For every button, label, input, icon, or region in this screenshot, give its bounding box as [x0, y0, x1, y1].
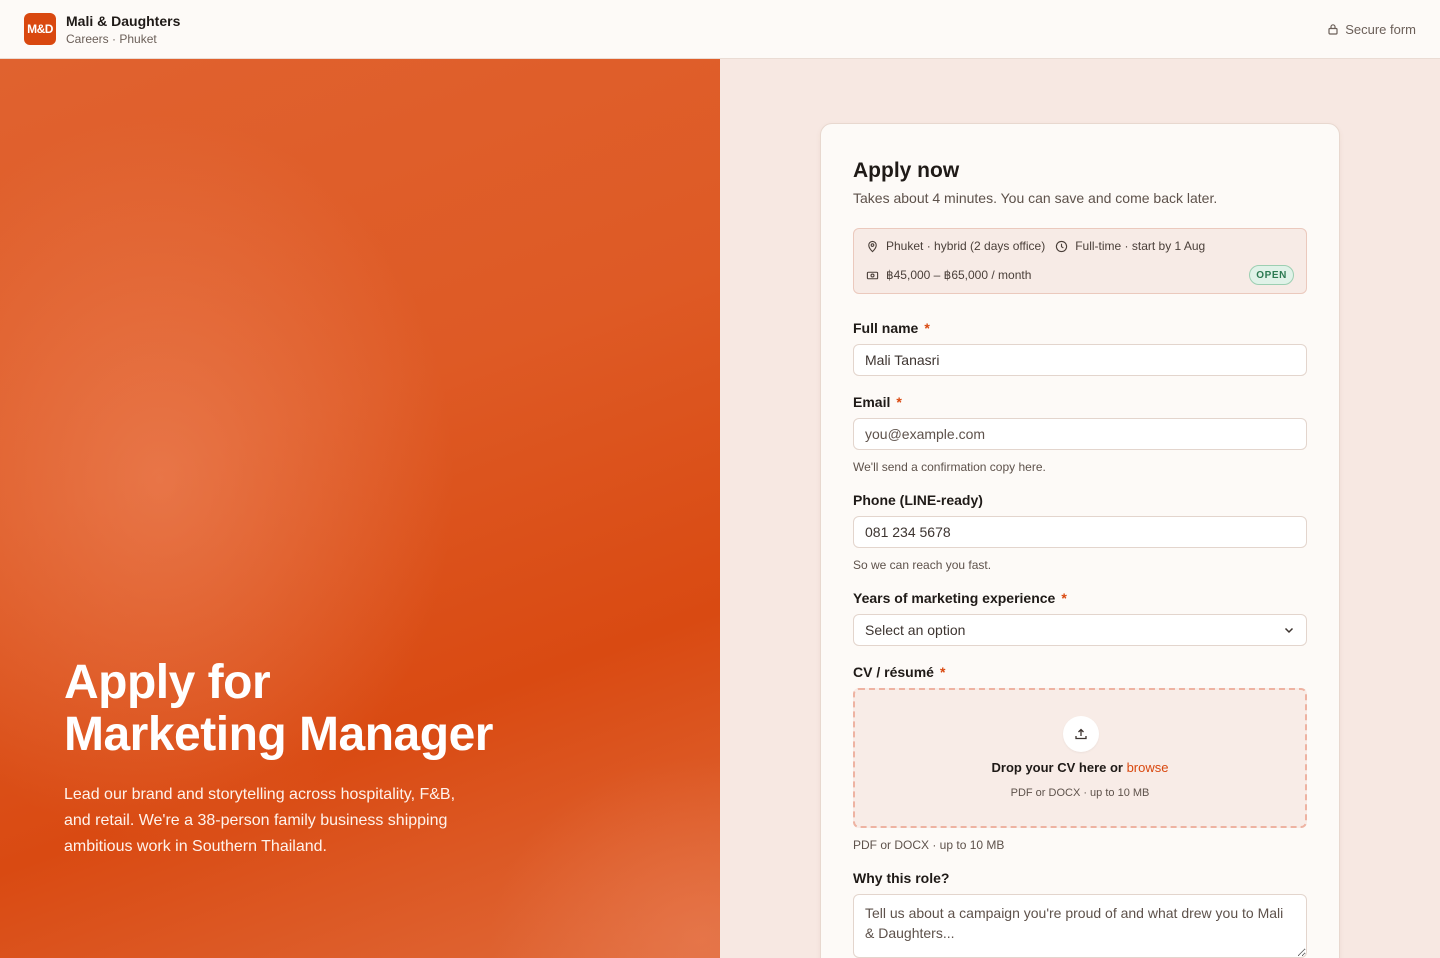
form-subtitle: Takes about 4 minutes. You can save and …	[853, 190, 1218, 206]
cv-dropzone[interactable]: Drop your CV here or browse PDF or DOCX …	[853, 688, 1307, 828]
full-name-input[interactable]	[853, 344, 1307, 376]
status-badge: OPEN	[1249, 265, 1294, 285]
phone-help: So we can reach you fast.	[853, 558, 992, 572]
info-salary-text: ฿45,000 – ฿65,000 / month	[886, 268, 1032, 282]
why-label-text: Why this role?	[853, 870, 950, 886]
drop-hint: PDF or DOCX · up to 10 MB	[1010, 787, 1150, 799]
info-salary: ฿45,000 – ฿65,000 / month	[866, 268, 1031, 282]
info-location: Phuket · hybrid (2 days office)	[866, 239, 1045, 253]
info-schedule: Full-time · start by 1 Aug	[1055, 239, 1205, 253]
email-label-text: Email	[853, 394, 891, 410]
brand-block: Mali & Daughters Careers · Phuket	[66, 13, 180, 46]
why-textarea[interactable]	[853, 894, 1307, 958]
experience-select[interactable]: Select an option	[853, 614, 1307, 646]
info-schedule-text: Full-time · start by 1 Aug	[1075, 239, 1206, 253]
browse-link[interactable]: browse	[1127, 760, 1169, 775]
clock-icon	[1056, 240, 1068, 252]
cv-help: PDF or DOCX · up to 10 MB	[853, 838, 1005, 852]
company-subtitle: Careers · Phuket	[66, 31, 157, 46]
email-help: We'll send a confirmation copy here.	[853, 460, 1046, 474]
upload-icon-wrapper	[1063, 716, 1099, 752]
required-mark: *	[939, 664, 946, 680]
secure-label: Secure form	[1345, 21, 1416, 37]
experience-selected-value: Select an option	[865, 622, 966, 638]
why-label: Why this role?	[853, 870, 949, 886]
cv-label: CV / résumé *	[853, 664, 945, 680]
required-mark: *	[896, 394, 902, 410]
secure-indicator: Secure form	[1327, 22, 1416, 37]
experience-label-text: Years of marketing experience	[853, 590, 1056, 606]
company-logo: M&D	[24, 13, 56, 45]
hero-panel: Apply for Marketing Manager Lead our bra…	[0, 59, 720, 958]
hero-description: Lead our brand and storytelling across h…	[64, 786, 456, 855]
info-row-salary: ฿45,000 – ฿65,000 / month	[866, 268, 1041, 282]
required-mark: *	[1061, 590, 1067, 606]
phone-input[interactable]	[853, 516, 1307, 548]
lock-icon	[1328, 24, 1338, 35]
phone-label: Phone (LINE-ready)	[853, 492, 983, 508]
full-name-label: Full name *	[853, 320, 930, 336]
company-name: Mali & Daughters	[66, 12, 181, 29]
form-title: Apply now	[853, 159, 960, 182]
hero-title: Apply for Marketing Manager	[64, 657, 493, 761]
upload-icon	[1075, 728, 1087, 740]
top-bar: M&D Mali & Daughters Careers · Phuket Se…	[0, 0, 1440, 59]
job-info-box: Phuket · hybrid (2 days office) Full-tim…	[853, 228, 1307, 294]
drop-text-main: Drop your CV here or	[991, 760, 1127, 775]
cash-icon	[866, 271, 879, 279]
email-input[interactable]	[853, 418, 1307, 450]
email-label: Email *	[853, 394, 902, 410]
drop-text: Drop your CV here or browse	[855, 760, 1305, 775]
application-card: Apply now Takes about 4 minutes. You can…	[820, 123, 1340, 958]
required-mark: *	[924, 320, 930, 336]
info-row-location-schedule: Phuket · hybrid (2 days office) Full-tim…	[866, 239, 1215, 253]
full-name-label-text: Full name	[853, 320, 919, 336]
cv-label-text: CV / résumé	[853, 664, 934, 680]
experience-label: Years of marketing experience *	[853, 590, 1067, 606]
map-pin-icon	[868, 240, 877, 252]
phone-label-text: Phone (LINE-ready)	[853, 492, 983, 508]
hero-title-line2: Marketing Manager	[64, 708, 493, 761]
chevron-down-icon	[1284, 627, 1294, 634]
hero-title-line1: Apply for	[64, 656, 271, 709]
info-location-text: Phuket · hybrid (2 days office)	[886, 239, 1046, 253]
